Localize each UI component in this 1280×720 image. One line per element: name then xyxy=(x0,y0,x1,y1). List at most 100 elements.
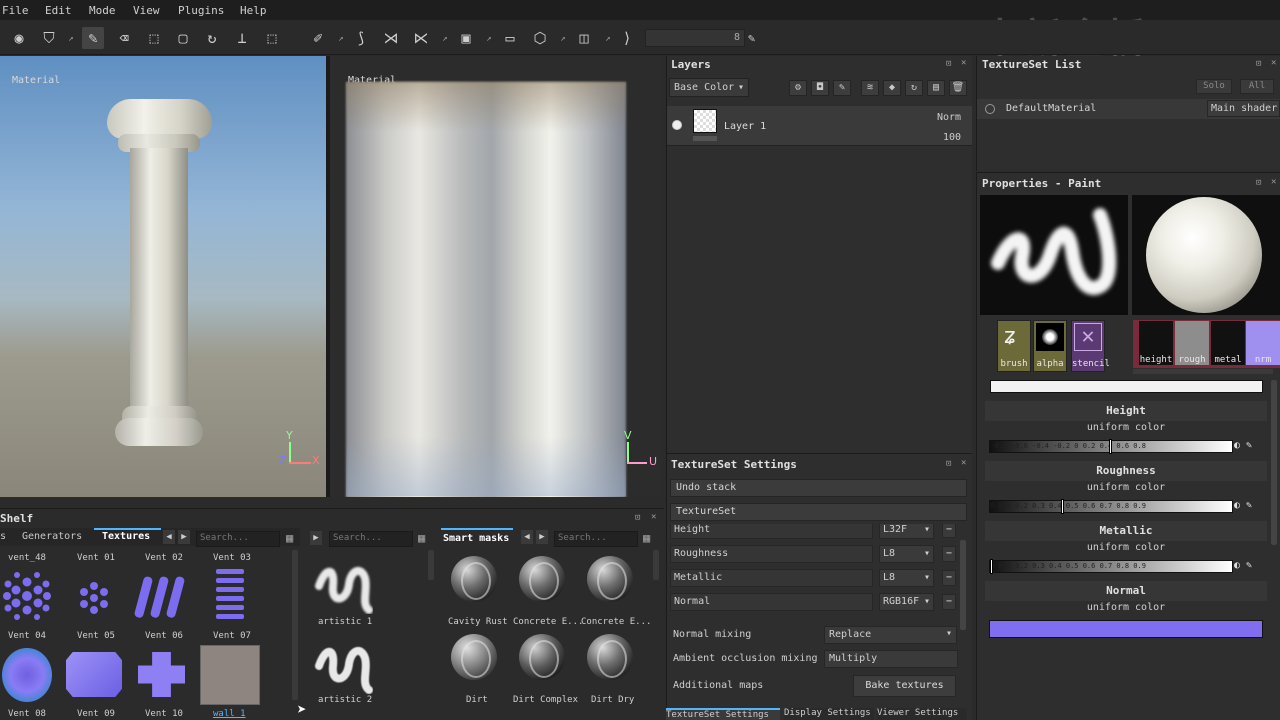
height-slot[interactable]: height xyxy=(1139,321,1173,365)
layer-name[interactable]: Layer 1 xyxy=(724,121,766,132)
add-effect-icon[interactable]: ⚙ xyxy=(789,80,807,96)
metal-slot[interactable]: metal xyxy=(1211,321,1245,365)
expand-icon[interactable]: ↗ xyxy=(558,28,568,50)
bake-textures-button[interactable]: Bake textures xyxy=(853,675,956,697)
tab-textures[interactable]: Textures xyxy=(102,531,150,542)
dirt-dry-thumb[interactable] xyxy=(587,634,633,680)
tab-scroll-left-icon[interactable]: ◀ xyxy=(521,530,533,544)
brush-slot[interactable]: ʑ brush xyxy=(997,320,1031,372)
close-icon[interactable]: ✕ xyxy=(961,458,966,468)
view-mode-icon[interactable]: ▣ xyxy=(455,27,477,49)
add-layer-icon[interactable]: ≋ xyxy=(861,80,879,96)
tab-shelf-prev[interactable]: s xyxy=(0,531,6,542)
textureset-visibility-icon[interactable] xyxy=(985,104,995,114)
smart-mask-label[interactable]: Dirt Complex xyxy=(513,695,578,705)
textures-search-input[interactable]: Search... xyxy=(196,531,280,547)
channel-format-select[interactable]: L8 xyxy=(879,569,934,587)
material-slots-scrollbar[interactable] xyxy=(1133,369,1273,374)
metallic-slider[interactable]: 0 0.1 0.2 0.3 0.4 0.5 0.6 0.7 0.8 0.9 xyxy=(989,560,1233,573)
undock-icon[interactable]: ⊡ xyxy=(1256,59,1261,69)
vent-08-thumb[interactable] xyxy=(2,648,52,702)
brushes-scrollbar[interactable] xyxy=(428,550,434,580)
menu-file[interactable]: File xyxy=(2,4,29,17)
mirror-x-icon[interactable]: ⋊ xyxy=(380,27,402,49)
all-button[interactable]: All xyxy=(1240,79,1274,94)
vent-01-thumb[interactable] xyxy=(76,580,112,616)
mirror-y-icon[interactable]: ⋉ xyxy=(410,27,432,49)
brush-item-label[interactable]: artistic 2 xyxy=(318,695,372,705)
smart-mask-label[interactable]: Concrete E... xyxy=(513,617,583,627)
channel-format-select[interactable]: L32F xyxy=(879,524,934,539)
metallic-slider-tools[interactable]: ◐ ✎ xyxy=(1234,560,1264,573)
screenshot-icon[interactable]: ◫ xyxy=(573,27,595,49)
cube-icon[interactable]: ⬡ xyxy=(529,27,551,49)
solo-button[interactable]: Solo xyxy=(1196,79,1232,94)
smart-mask-label[interactable]: Dirt Dry xyxy=(591,695,634,705)
normal-color-swatch[interactable] xyxy=(989,620,1263,638)
cavity-rust-thumb[interactable] xyxy=(451,556,497,602)
brushes-expand-icon[interactable]: ▶ xyxy=(310,531,322,545)
channel-format-select[interactable]: L8 xyxy=(879,545,934,563)
undock-icon[interactable]: ⊡ xyxy=(1256,178,1261,188)
projection-icon[interactable]: ⬚ xyxy=(143,27,165,49)
textures-scrollbar[interactable] xyxy=(292,550,298,700)
dirt-thumb[interactable] xyxy=(451,634,497,680)
visibility-toggle-icon[interactable] xyxy=(672,120,682,130)
roughness-header[interactable]: Roughness xyxy=(985,461,1267,481)
pencil-icon[interactable]: ✎ xyxy=(748,31,755,45)
texture-item-label[interactable]: Vent 10 xyxy=(145,709,183,719)
bracket-icon[interactable]: ⟩ xyxy=(616,27,638,49)
properties-scrollbar[interactable] xyxy=(1271,380,1277,545)
channel-select[interactable]: Base Color xyxy=(669,78,749,97)
menu-edit[interactable]: Edit xyxy=(45,4,72,17)
texture-item-label[interactable]: vent_48 xyxy=(8,553,46,563)
texture-item-label[interactable]: Vent 07 xyxy=(213,631,251,641)
menu-plugins[interactable]: Plugins xyxy=(178,4,224,17)
layer-blend-mode[interactable]: Norm xyxy=(937,112,961,123)
channel-format-select[interactable]: RGB16F xyxy=(879,593,934,611)
clone-icon[interactable]: ⊥ xyxy=(231,27,253,49)
smart-mask-label[interactable]: Concrete E... xyxy=(581,617,651,627)
texture-item-label[interactable]: Vent 09 xyxy=(77,709,115,719)
camera-icon[interactable]: ▭ xyxy=(499,27,521,49)
metallic-header[interactable]: Metallic xyxy=(985,521,1267,541)
normal-slot[interactable]: nrm xyxy=(1246,321,1280,365)
close-icon[interactable]: ✕ xyxy=(1271,177,1276,187)
grid-view-icon[interactable]: ▦ xyxy=(643,531,657,545)
tab-scroll-right-icon[interactable]: ▶ xyxy=(536,530,548,544)
height-header[interactable]: Height xyxy=(985,401,1267,421)
symmetry-icon[interactable]: ⟆ xyxy=(350,27,372,49)
artistic-2-thumb[interactable] xyxy=(313,636,373,694)
menu-help[interactable]: Help xyxy=(240,4,267,17)
undock-icon[interactable]: ⊡ xyxy=(635,513,640,523)
grid-view-icon[interactable]: ▦ xyxy=(418,531,432,545)
tab-textureset-settings[interactable]: TextureSet Settings xyxy=(666,708,780,720)
refresh-icon[interactable]: ↻ xyxy=(905,80,923,96)
vent-03-thumb[interactable] xyxy=(214,567,246,625)
close-icon[interactable]: ✕ xyxy=(961,58,966,68)
texture-item-label[interactable]: Vent 01 xyxy=(77,553,115,563)
texture-item-label[interactable]: Vent 04 xyxy=(8,631,46,641)
tab-scroll-right-icon[interactable]: ▶ xyxy=(178,530,190,544)
roughness-slider[interactable]: 0 0.1 0.2 0.3 0.4 0.5 0.6 0.7 0.8 0.9 xyxy=(989,500,1233,513)
paint-icon[interactable]: ✎ xyxy=(833,80,851,96)
normal-mixing-select[interactable]: Replace xyxy=(824,626,957,644)
smart-masks-scrollbar[interactable] xyxy=(653,550,659,580)
expand-icon[interactable]: ↗ xyxy=(66,28,76,50)
expand-icon[interactable]: ↗ xyxy=(484,28,494,50)
viewport-3d[interactable]: Material Y Z X xyxy=(0,56,326,497)
brush-item-label[interactable]: artistic 1 xyxy=(318,617,372,627)
polygon-fill-icon[interactable]: ▢ xyxy=(172,27,194,49)
tab-scroll-left-icon[interactable]: ◀ xyxy=(163,530,175,544)
textureset-item-row[interactable]: DefaultMaterial Main shader xyxy=(977,99,1280,119)
expand-icon[interactable]: ↗ xyxy=(336,28,346,50)
layer-opacity[interactable]: 100 xyxy=(943,132,961,143)
color-picker-icon[interactable]: ✐ xyxy=(307,27,329,49)
vent-09-thumb[interactable] xyxy=(66,652,122,697)
bag-icon[interactable]: ⛉ xyxy=(38,27,60,49)
undock-icon[interactable]: ⊡ xyxy=(946,459,951,469)
smart-mask-label[interactable]: Cavity Rust xyxy=(448,617,508,627)
expand-icon[interactable]: ↗ xyxy=(440,28,450,50)
add-mask-icon[interactable]: ◘ xyxy=(811,80,829,96)
layer-row[interactable]: Layer 1 Norm 100 xyxy=(667,106,972,146)
